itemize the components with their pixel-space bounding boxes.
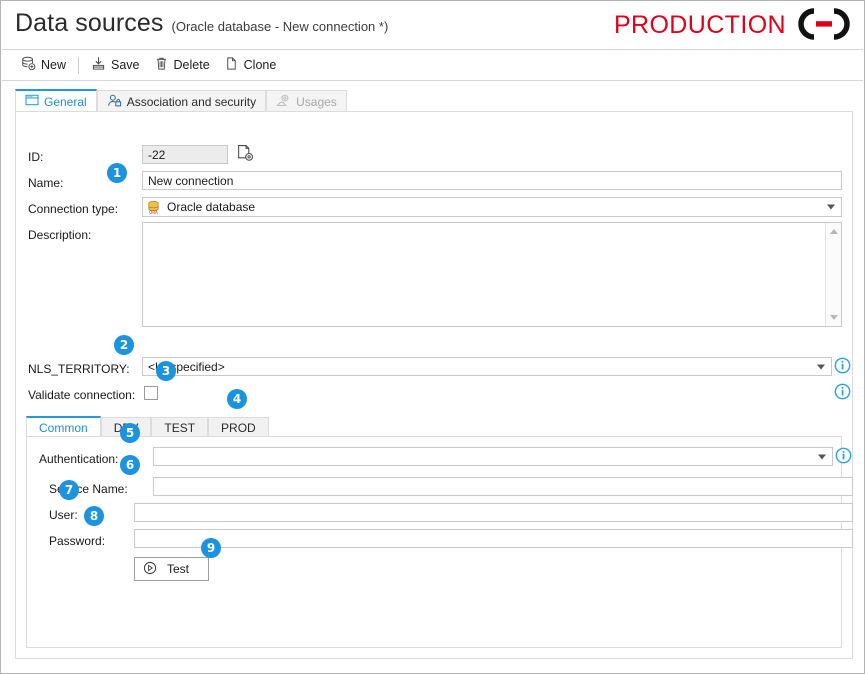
tab-general[interactable]: General [15,89,97,112]
toolbar: New Save Delete Clone [2,49,863,81]
callout-badge-9: 9 [201,538,221,558]
validate-connection-info-icon[interactable] [834,383,851,400]
data-sources-window: Data sources (Oracle database - New conn… [0,0,865,674]
new-button[interactable]: New [14,53,73,77]
general-tab-panel: ID: -22 Name: New connection Connection … [15,111,853,659]
clone-button[interactable]: Clone [217,53,284,77]
save-icon [91,56,106,74]
description-value [143,223,841,229]
env-tab-panel: Authentication: Service Name: User: Pass… [26,436,853,648]
page-gear-icon[interactable] [236,144,255,166]
delete-button-label: Delete [173,58,210,72]
usages-icon [276,94,291,110]
tab-usages[interactable]: Usages [266,90,347,112]
chevron-down-icon[interactable] [827,204,835,210]
new-datasource-icon [21,56,36,74]
id-label: ID: [28,150,44,164]
clone-button-label: Clone [243,58,277,72]
form-window-icon [25,94,39,109]
callout-badge-2: 2 [114,335,134,355]
test-button[interactable]: Test [134,557,209,581]
chain-link-icon [792,7,856,44]
validate-connection-checkbox[interactable] [144,386,158,400]
connection-type-value: Oracle database [167,200,256,214]
tab-association-and-security[interactable]: Association and security [96,90,267,112]
env-tab-common[interactable]: Common [26,416,101,437]
id-field: -22 [142,145,228,164]
trash-icon [154,56,169,74]
save-button-label: Save [111,58,140,72]
nls-territory-combo[interactable]: <Unspecified> [142,357,832,376]
name-label: Name: [28,176,64,190]
tab-general-label: General [44,94,87,109]
scroll-up-icon[interactable] [829,229,838,234]
window-header: Data sources (Oracle database - New conn… [1,1,864,49]
brand-name: PRODUCTION [613,11,786,39]
page-title: Data sources [15,9,164,37]
service-name-input[interactable] [153,477,853,496]
authentication-label: Authentication: [39,452,119,466]
env-tab-prod-label: PROD [221,420,256,435]
page-subtitle: (Oracle database - New connection *) [171,19,389,34]
callout-badge-6: 6 [120,455,140,475]
test-button-label: Test [167,562,190,576]
oracle-database-icon: ORA [146,200,161,215]
validate-connection-label: Validate connection: [28,388,136,402]
password-label: Password: [49,534,106,548]
svg-text:ORA: ORA [149,210,158,215]
description-label: Description: [28,228,92,242]
save-button[interactable]: Save [84,53,147,77]
authentication-combo[interactable] [153,447,833,466]
brand-logo: PRODUCTION [614,7,856,44]
authentication-info-icon[interactable] [835,447,852,464]
callout-badge-3: 3 [156,361,176,381]
description-textarea[interactable] [142,222,842,327]
nls-territory-label: NLS_TERRITORY: [28,362,130,376]
chevron-down-icon[interactable] [818,454,826,459]
connection-type-label: Connection type: [28,202,119,216]
new-button-label: New [41,58,67,72]
description-scrollbar[interactable] [825,223,841,326]
tab-association-label: Association and security [126,94,257,109]
env-tab-test[interactable]: TEST [151,417,209,437]
user-label: User: [49,508,78,522]
callout-badge-8: 8 [84,506,104,526]
env-tab-test-label: TEST [164,420,196,435]
play-circle-icon [143,561,157,578]
password-input[interactable] [134,529,853,548]
name-input[interactable]: New connection [142,171,842,190]
connection-type-combo[interactable]: ORA Oracle database [142,197,842,217]
title-area: Data sources (Oracle database - New conn… [15,9,388,38]
callout-badge-5: 5 [120,423,140,443]
nls-territory-info-icon[interactable] [834,357,851,374]
callout-badge-1: 1 [107,163,127,183]
clone-icon [224,56,239,74]
env-tabstrip: Common DEV TEST PROD [26,416,269,437]
toolbar-separator [78,56,80,74]
callout-badge-7: 7 [59,480,79,500]
chevron-down-icon[interactable] [817,364,825,369]
user-input[interactable] [134,503,853,522]
tab-usages-label: Usages [296,94,337,109]
main-tabstrip: General Association and security Usages [15,89,860,112]
delete-button[interactable]: Delete [147,53,217,77]
scroll-down-icon[interactable] [829,315,838,320]
env-tab-common-label: Common [39,420,88,435]
env-tab-prod[interactable]: PROD [208,417,269,437]
callout-badge-4: 4 [227,389,247,409]
main-panel: General Association and security Usages … [7,89,860,667]
user-lock-icon [107,94,122,110]
